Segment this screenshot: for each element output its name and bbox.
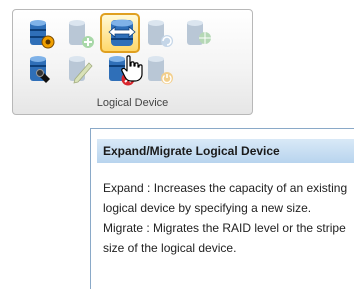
database-copy-icon [148, 20, 173, 47]
database-plus-icon [69, 20, 94, 48]
database-pencil-icon [69, 56, 93, 84]
group-label: Logical Device [96, 97, 169, 109]
tooltip-title: Expand/Migrate Logical Device [97, 139, 354, 163]
locate-logical-device-button[interactable] [21, 50, 61, 90]
tooltip-expand-text: Expand : Increases the capacity of an ex… [103, 181, 348, 215]
create-logical-device-button[interactable] [60, 14, 100, 54]
database-power-icon [148, 56, 173, 84]
database-globe-icon [187, 20, 211, 45]
tooltip-body: Expand : Increases the capacity of an ex… [103, 178, 353, 258]
database-flashlight-icon [30, 56, 50, 83]
edit-logical-device-button[interactable] [60, 50, 100, 90]
tooltip-migrate-text: Migrate : Migrates the RAID level or the… [103, 221, 346, 255]
logical-device-network-button[interactable] [178, 14, 218, 54]
database-expand-icon [108, 19, 136, 46]
hand-cursor-icon [121, 55, 143, 82]
logical-device-properties-button[interactable] [21, 14, 61, 54]
copy-logical-device-button[interactable] [139, 14, 179, 54]
power-logical-device-button[interactable] [139, 50, 179, 90]
expand-migrate-logical-device-button[interactable] [100, 13, 140, 53]
database-gear-icon [30, 20, 55, 49]
tooltip: Expand/Migrate Logical Device Expand : I… [90, 128, 354, 289]
